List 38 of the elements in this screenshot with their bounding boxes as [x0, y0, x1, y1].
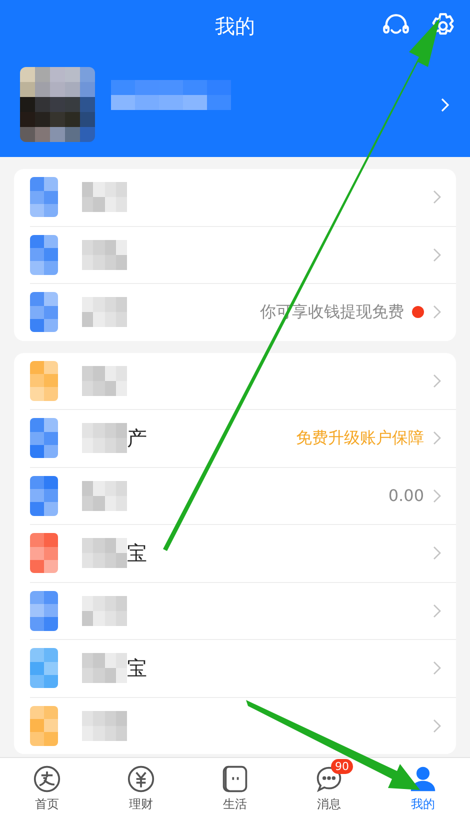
- chevron-right-icon: [432, 602, 442, 619]
- card-face-icon: [221, 765, 249, 793]
- row-label: 产: [127, 424, 147, 452]
- chevron-right-icon: [440, 96, 450, 112]
- row-label: 宝: [127, 654, 147, 682]
- row-note: 免费升级账户保障: [296, 428, 424, 449]
- menu-row[interactable]: 产 免费升级账户保障: [30, 410, 456, 468]
- tab-item[interactable]: 生活: [188, 758, 282, 820]
- chevron-right-icon: [432, 488, 442, 504]
- row-label: 宝: [127, 540, 147, 567]
- chevron-right-icon: [432, 718, 442, 734]
- pixelated-text: [82, 653, 127, 684]
- pixelated-text: [82, 423, 127, 454]
- circle-logo-icon: [33, 765, 61, 793]
- tab-item[interactable]: 理财: [94, 758, 188, 820]
- chevron-right-icon: [432, 660, 442, 676]
- chevron-right-icon: [432, 430, 442, 446]
- chevron-right-icon: [432, 189, 442, 206]
- row-note: 0.00: [388, 486, 424, 506]
- count-badge: 90: [331, 759, 353, 774]
- tab-item[interactable]: 首页: [0, 758, 94, 820]
- profile-header[interactable]: [0, 52, 470, 157]
- pixelated-text: [82, 538, 127, 568]
- menu-row[interactable]: 宝: [30, 525, 456, 582]
- pixelated-text: [82, 710, 127, 741]
- menu-row[interactable]: 宝: [30, 640, 456, 698]
- chevron-right-icon: [432, 545, 442, 562]
- pixelated-text: [82, 240, 127, 270]
- yuan-coin-icon: [127, 765, 155, 793]
- chevron-right-icon: [432, 372, 442, 389]
- pixelated-text: [82, 596, 127, 626]
- pixelated-text: [82, 182, 127, 212]
- pixelated-text: [82, 297, 127, 328]
- chevron-right-icon: [432, 304, 442, 320]
- pixelated-text: [82, 366, 127, 396]
- page-title: 我的: [215, 12, 255, 40]
- pixelated-text: [82, 480, 127, 511]
- chevron-right-icon: [432, 246, 442, 263]
